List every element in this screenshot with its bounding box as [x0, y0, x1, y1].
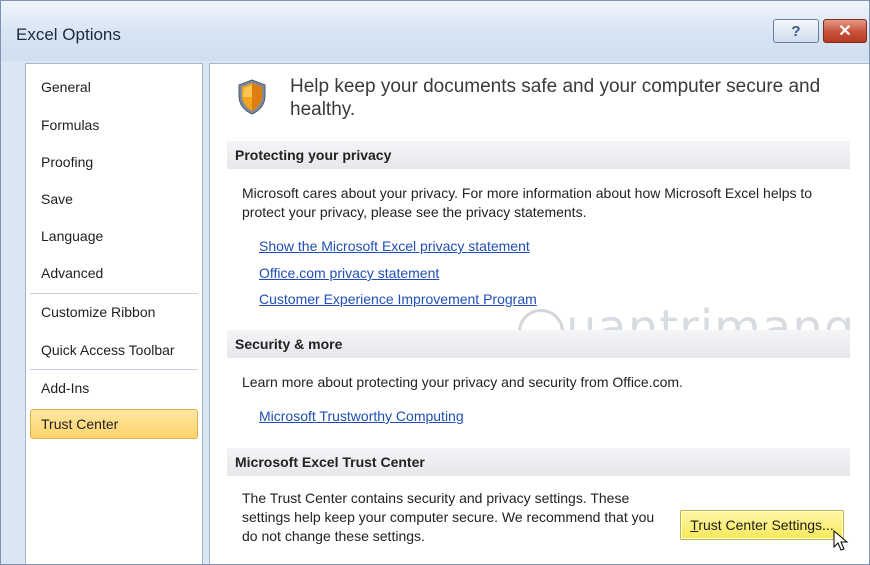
nav-item-save[interactable]: Save — [30, 184, 198, 214]
nav-item-advanced[interactable]: Advanced — [30, 258, 198, 288]
nav-divider — [30, 293, 198, 294]
trust-center-description: The Trust Center contains security and p… — [242, 490, 655, 544]
nav-item-proofing[interactable]: Proofing — [30, 147, 198, 177]
mouse-pointer-icon — [833, 530, 849, 551]
close-icon: ✕ — [838, 23, 852, 40]
link-excel-privacy-statement[interactable]: Show the Microsoft Excel privacy stateme… — [259, 238, 530, 254]
section-title: Security & more — [235, 336, 343, 352]
section-title: Protecting your privacy — [235, 147, 392, 163]
help-button[interactable]: ? — [773, 19, 819, 43]
link-customer-experience-program[interactable]: Customer Experience Improvement Program — [259, 291, 537, 307]
section-title: Microsoft Excel Trust Center — [235, 454, 425, 470]
page-headline: Help keep your documents safe and your c… — [290, 76, 821, 120]
title-bar: Excel Options ? ✕ — [1, 1, 869, 61]
nav-item-general[interactable]: General — [30, 72, 198, 102]
nav-item-language[interactable]: Language — [30, 221, 198, 251]
privacy-description: Microsoft cares about your privacy. For … — [242, 185, 813, 220]
link-trustworthy-computing[interactable]: Microsoft Trustworthy Computing — [259, 408, 464, 424]
nav-item-quick-access-toolbar[interactable]: Quick Access Toolbar — [30, 335, 198, 365]
dialog-body: General Formulas Proofing Save Language … — [1, 61, 869, 564]
nav-item-customize-ribbon[interactable]: Customize Ribbon — [30, 297, 198, 327]
nav-item-formulas[interactable]: Formulas — [30, 110, 198, 140]
trust-center-settings-button[interactable]: Trust Center Settings... — [680, 510, 844, 540]
nav-item-add-ins[interactable]: Add-Ins — [30, 373, 198, 403]
trust-center-content: Help keep your documents safe and your c… — [209, 63, 869, 564]
nav-divider — [30, 369, 198, 370]
shield-icon — [238, 79, 266, 115]
window-title: Excel Options — [16, 25, 121, 44]
nav-item-trust-center[interactable]: Trust Center — [30, 409, 198, 439]
button-label: rust Center Settings... — [698, 517, 834, 533]
category-nav: General Formulas Proofing Save Language … — [25, 63, 203, 564]
section-header-privacy: Protecting your privacy — [227, 141, 850, 169]
help-icon: ? — [791, 22, 801, 40]
section-header-security: Security & more — [227, 330, 850, 358]
link-office-privacy-statement[interactable]: Office.com privacy statement — [259, 265, 439, 281]
security-description: Learn more about protecting your privacy… — [242, 374, 683, 390]
excel-options-window: Excel Options ? ✕ General Formulas Proof… — [0, 0, 870, 565]
close-button[interactable]: ✕ — [823, 19, 867, 43]
section-header-trust-center: Microsoft Excel Trust Center — [227, 448, 850, 476]
